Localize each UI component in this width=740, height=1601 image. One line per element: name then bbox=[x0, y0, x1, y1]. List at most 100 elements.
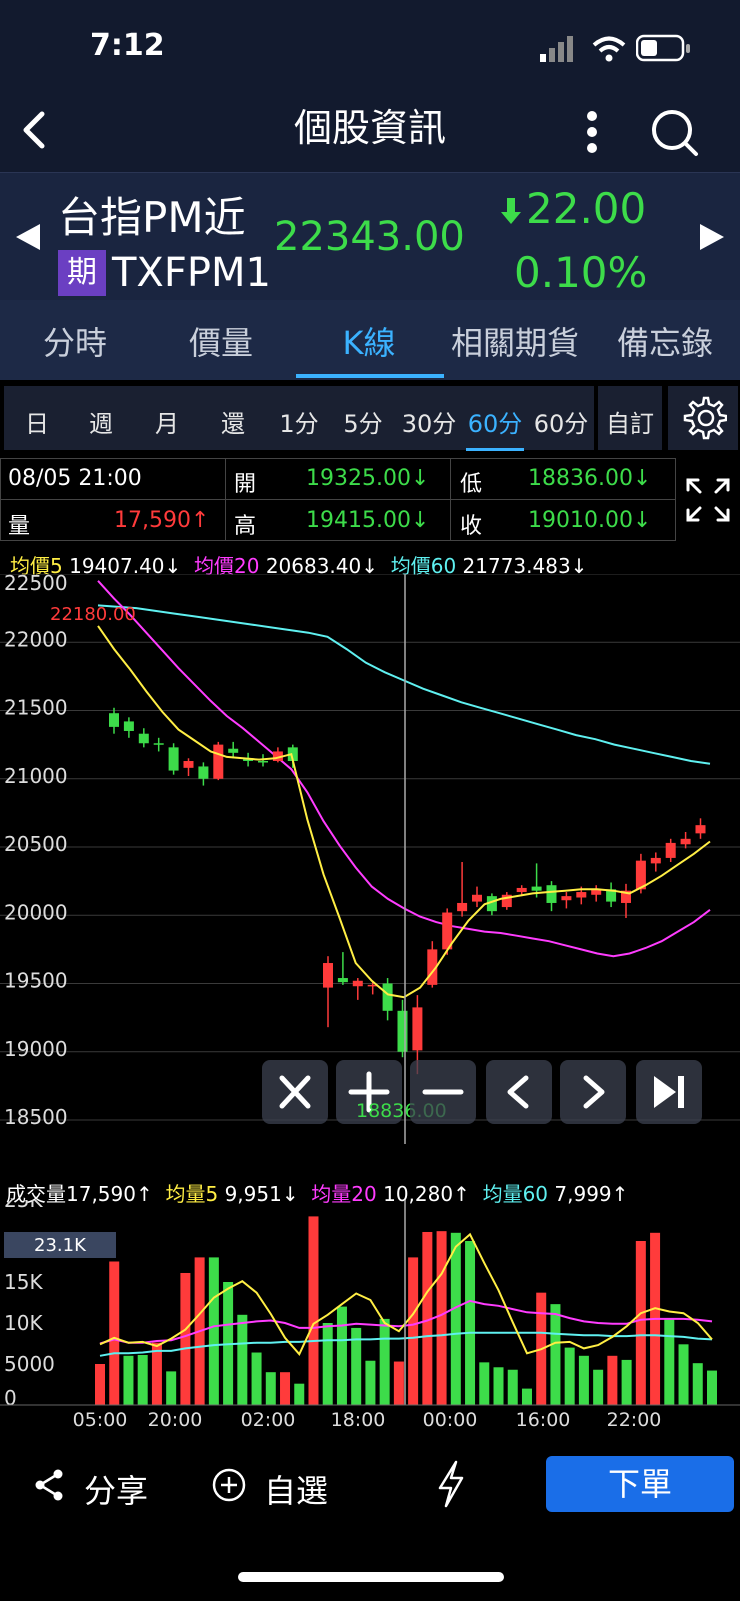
volume-bar bbox=[379, 1318, 390, 1405]
time-axis-label: 18:00 bbox=[331, 1409, 386, 1431]
ohlc-vol-label: 量 bbox=[8, 514, 31, 539]
price-axis-label: 22500 bbox=[4, 574, 68, 595]
ohlc-datetime: 08/05 21:00 bbox=[8, 466, 142, 491]
candle-body bbox=[198, 766, 209, 779]
period-restore[interactable]: 還 bbox=[202, 404, 264, 439]
scroll-right-button[interactable] bbox=[560, 1060, 626, 1124]
stock-code: TXFPM1 bbox=[112, 250, 271, 296]
search-icon[interactable] bbox=[650, 108, 700, 158]
stock-name: 台指PM近 bbox=[58, 193, 246, 242]
next-stock-icon[interactable] bbox=[698, 222, 726, 252]
volume-axis-label: 0 bbox=[4, 1386, 17, 1410]
volume-axis-label: 25K bbox=[4, 1200, 43, 1212]
candle-body bbox=[472, 894, 482, 902]
volume-bar bbox=[280, 1372, 291, 1405]
period-60min[interactable]: 60分 bbox=[464, 404, 526, 439]
volume-bar bbox=[607, 1355, 618, 1405]
candle-body bbox=[168, 747, 179, 771]
volume-bar bbox=[692, 1363, 703, 1405]
period-1min[interactable]: 1分 bbox=[268, 404, 330, 439]
volume-bar bbox=[322, 1323, 333, 1405]
volume-cursor-label: 23.1K bbox=[34, 1235, 87, 1256]
volume-bar bbox=[635, 1241, 646, 1405]
tab-kline[interactable]: K線 bbox=[294, 318, 444, 364]
volume-bar bbox=[578, 1355, 589, 1405]
candle-body bbox=[516, 887, 527, 893]
candle-body bbox=[183, 761, 194, 768]
price-axis-label: 20500 bbox=[4, 832, 68, 856]
price-axis-label: 22000 bbox=[4, 627, 68, 651]
order-button[interactable]: 下單 bbox=[546, 1456, 734, 1512]
candle-body bbox=[337, 978, 348, 983]
tab-price-volume[interactable]: 價量 bbox=[146, 318, 296, 364]
price-chart[interactable]: 22500 22000 21500 21000 20500 20000 19500 19000… bbox=[0, 574, 740, 1144]
period-5min[interactable]: 5分 bbox=[332, 404, 394, 439]
volume-axis-label: 15K bbox=[4, 1270, 43, 1294]
volume-bar bbox=[109, 1261, 120, 1405]
price-change-pct: 0.10% bbox=[514, 248, 648, 297]
watchlist-button[interactable]: 自選 bbox=[264, 1466, 328, 1512]
period-day[interactable]: 日 bbox=[6, 404, 68, 439]
period-month[interactable]: 月 bbox=[136, 404, 198, 439]
gear-icon[interactable] bbox=[683, 396, 728, 440]
volume-bar bbox=[550, 1304, 561, 1405]
page-title: 個股資訊 bbox=[293, 106, 446, 150]
tab-related-futures[interactable]: 相關期貨 bbox=[440, 318, 590, 364]
share-button[interactable]: 分享 bbox=[84, 1466, 148, 1512]
signal-icon bbox=[540, 36, 574, 62]
volume-bar bbox=[493, 1367, 504, 1405]
lightning-icon[interactable] bbox=[434, 1460, 468, 1508]
period-custom[interactable]: 自訂 bbox=[598, 404, 662, 439]
volume-bar bbox=[123, 1355, 134, 1405]
candle-body bbox=[258, 761, 268, 763]
volume-bar bbox=[137, 1354, 148, 1405]
candle-body bbox=[382, 983, 393, 1011]
volume-bar bbox=[365, 1360, 376, 1405]
volume-bar bbox=[308, 1216, 319, 1405]
more-icon[interactable] bbox=[580, 108, 604, 156]
price-axis-label: 19500 bbox=[4, 969, 68, 993]
period-week[interactable]: 週 bbox=[70, 404, 132, 439]
add-watch-icon[interactable] bbox=[212, 1468, 246, 1502]
scroll-left-button[interactable] bbox=[486, 1060, 552, 1124]
volume-bar bbox=[621, 1359, 632, 1405]
zoom-out-button[interactable] bbox=[410, 1060, 476, 1124]
volume-bar bbox=[95, 1364, 105, 1405]
price-change: 22.00 bbox=[526, 184, 647, 233]
volume-bar bbox=[678, 1344, 689, 1405]
volume-bar bbox=[664, 1318, 675, 1405]
volume-bar bbox=[564, 1347, 575, 1405]
candle-body bbox=[695, 825, 706, 834]
volume-axis-label: 5000 bbox=[4, 1352, 55, 1376]
ohlc-high: 19415.00↓ bbox=[306, 508, 430, 533]
vol-ma60-line bbox=[99, 1331, 713, 1357]
candle-body bbox=[680, 838, 691, 845]
candle-body bbox=[109, 713, 119, 727]
volume-bar bbox=[707, 1370, 717, 1405]
volume-bar bbox=[450, 1232, 461, 1405]
time-axis-label: 22:00 bbox=[607, 1409, 662, 1431]
ohlc-low: 18836.00↓ bbox=[528, 466, 652, 491]
share-icon[interactable] bbox=[34, 1468, 64, 1502]
candle-body bbox=[153, 743, 164, 745]
prev-stock-icon[interactable] bbox=[14, 222, 42, 252]
jump-latest-button[interactable] bbox=[636, 1060, 702, 1124]
fullscreen-icon[interactable] bbox=[684, 476, 732, 524]
time-axis-label: 02:00 bbox=[241, 1409, 296, 1431]
volume-bar bbox=[180, 1272, 191, 1405]
tab-memo[interactable]: 備忘錄 bbox=[590, 318, 740, 364]
period-60min-alt[interactable]: 60分 bbox=[530, 404, 592, 439]
ohlc-open: 19325.00↓ bbox=[306, 466, 430, 491]
battery-icon bbox=[635, 34, 692, 64]
volume-chart[interactable]: 25K 15K 10K 5000 0 23.1K 05:00 20:00 02:00 18:0… bbox=[0, 1200, 740, 1432]
candle-body bbox=[352, 980, 363, 987]
tab-timeshare[interactable]: 分時 bbox=[0, 318, 150, 364]
candle-body bbox=[323, 963, 333, 988]
candle-body bbox=[138, 733, 149, 744]
close-chart-button[interactable] bbox=[262, 1060, 328, 1124]
home-indicator bbox=[238, 1572, 504, 1582]
period-30min[interactable]: 30分 bbox=[398, 404, 460, 439]
ohlc-high-label: 高 bbox=[234, 514, 257, 539]
time-axis-label: 00:00 bbox=[423, 1409, 478, 1431]
candle-body bbox=[665, 842, 676, 858]
